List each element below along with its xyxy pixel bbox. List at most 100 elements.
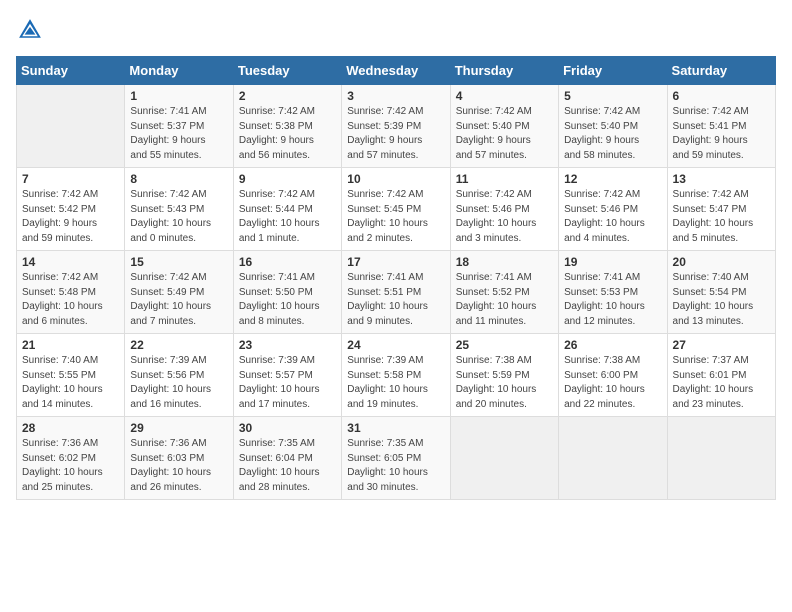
day-info: Sunrise: 7:39 AM Sunset: 5:57 PM Dayligh… (239, 354, 336, 412)
day-number: 2 (239, 89, 336, 103)
day-number: 26 (564, 338, 661, 352)
calendar-cell: 15 Sunrise: 7:42 AM Sunset: 5:49 PM Dayli… (125, 251, 233, 334)
day-number: 13 (673, 172, 770, 186)
day-info: Sunrise: 7:42 AM Sunset: 5:40 PM Dayligh… (456, 105, 553, 163)
calendar-cell: 3Sunrise: 7:42 AM Sunset: 5:39 PM Daylig… (342, 85, 450, 168)
day-number: 19 (564, 255, 661, 269)
day-info: Sunrise: 7:37 AM Sunset: 6:01 PM Dayligh… (673, 354, 770, 412)
calendar-cell: 6Sunrise: 7:42 AM Sunset: 5:41 PM Daylig… (667, 85, 775, 168)
day-info: Sunrise: 7:41 AM Sunset: 5:51 PM Dayligh… (347, 271, 444, 329)
calendar-cell: 17 Sunrise: 7:41 AM Sunset: 5:51 PM Dayli… (342, 251, 450, 334)
calendar-cell: 7 Sunrise: 7:42 AM Sunset: 5:42 PM Daylig… (17, 168, 125, 251)
calendar-week-row: 28 Sunrise: 7:36 AM Sunset: 6:02 PM Dayli… (17, 417, 776, 500)
calendar-cell: 13 Sunrise: 7:42 AM Sunset: 5:47 PM Dayli… (667, 168, 775, 251)
day-number: 17 (347, 255, 444, 269)
calendar-cell (559, 417, 667, 500)
day-number: 15 (130, 255, 227, 269)
day-info: Sunrise: 7:35 AM Sunset: 6:04 PM Dayligh… (239, 437, 336, 495)
day-info: Sunrise: 7:42 AM Sunset: 5:46 PM Dayligh… (564, 188, 661, 246)
day-info: Sunrise: 7:42 AM Sunset: 5:47 PM Dayligh… (673, 188, 770, 246)
weekday-header-row: SundayMondayTuesdayWednesdayThursdayFrid… (17, 57, 776, 85)
calendar-cell: 27 Sunrise: 7:37 AM Sunset: 6:01 PM Dayli… (667, 334, 775, 417)
calendar-cell: 12 Sunrise: 7:42 AM Sunset: 5:46 PM Dayli… (559, 168, 667, 251)
calendar-table: SundayMondayTuesdayWednesdayThursdayFrid… (16, 56, 776, 500)
day-info: Sunrise: 7:38 AM Sunset: 5:59 PM Dayligh… (456, 354, 553, 412)
day-info: Sunrise: 7:42 AM Sunset: 5:40 PM Dayligh… (564, 105, 661, 163)
day-number: 23 (239, 338, 336, 352)
calendar-cell: 30 Sunrise: 7:35 AM Sunset: 6:04 PM Dayli… (233, 417, 341, 500)
day-info: Sunrise: 7:42 AM Sunset: 5:38 PM Dayligh… (239, 105, 336, 163)
calendar-cell: 28 Sunrise: 7:36 AM Sunset: 6:02 PM Dayli… (17, 417, 125, 500)
calendar-week-row: 1 Sunrise: 7:41 AM Sunset: 5:37 PM Daylig… (17, 85, 776, 168)
calendar-cell: 10Sunrise: 7:42 AM Sunset: 5:45 PM Dayli… (342, 168, 450, 251)
day-number: 21 (22, 338, 119, 352)
weekday-header-friday: Friday (559, 57, 667, 85)
weekday-header-monday: Monday (125, 57, 233, 85)
calendar-cell: 11 Sunrise: 7:42 AM Sunset: 5:46 PM Dayli… (450, 168, 558, 251)
day-number: 31 (347, 421, 444, 435)
day-number: 24 (347, 338, 444, 352)
weekday-header-wednesday: Wednesday (342, 57, 450, 85)
day-info: Sunrise: 7:42 AM Sunset: 5:42 PM Dayligh… (22, 188, 119, 246)
day-number: 10 (347, 172, 444, 186)
calendar-cell: 18 Sunrise: 7:41 AM Sunset: 5:52 PM Dayli… (450, 251, 558, 334)
day-number: 4 (456, 89, 553, 103)
day-info: Sunrise: 7:39 AM Sunset: 5:56 PM Dayligh… (130, 354, 227, 412)
day-number: 16 (239, 255, 336, 269)
day-number: 7 (22, 172, 119, 186)
calendar-cell: 8Sunrise: 7:42 AM Sunset: 5:43 PM Daylig… (125, 168, 233, 251)
day-info: Sunrise: 7:36 AM Sunset: 6:02 PM Dayligh… (22, 437, 119, 495)
calendar-cell: 24 Sunrise: 7:39 AM Sunset: 5:58 PM Dayli… (342, 334, 450, 417)
calendar-cell (667, 417, 775, 500)
day-number: 22 (130, 338, 227, 352)
calendar-cell: 29 Sunrise: 7:36 AM Sunset: 6:03 PM Dayli… (125, 417, 233, 500)
calendar-week-row: 14 Sunrise: 7:42 AM Sunset: 5:48 PM Dayli… (17, 251, 776, 334)
calendar-cell: 2 Sunrise: 7:42 AM Sunset: 5:38 PM Daylig… (233, 85, 341, 168)
calendar-cell (17, 85, 125, 168)
day-number: 6 (673, 89, 770, 103)
day-number: 29 (130, 421, 227, 435)
day-info: Sunrise: 7:41 AM Sunset: 5:53 PM Dayligh… (564, 271, 661, 329)
day-info: Sunrise: 7:40 AM Sunset: 5:54 PM Dayligh… (673, 271, 770, 329)
calendar-cell: 1 Sunrise: 7:41 AM Sunset: 5:37 PM Daylig… (125, 85, 233, 168)
day-info: Sunrise: 7:41 AM Sunset: 5:50 PM Dayligh… (239, 271, 336, 329)
day-number: 20 (673, 255, 770, 269)
day-info: Sunrise: 7:42 AM Sunset: 5:49 PM Dayligh… (130, 271, 227, 329)
calendar-week-row: 7 Sunrise: 7:42 AM Sunset: 5:42 PM Daylig… (17, 168, 776, 251)
day-info: Sunrise: 7:41 AM Sunset: 5:37 PM Dayligh… (130, 105, 227, 163)
day-number: 5 (564, 89, 661, 103)
weekday-header-tuesday: Tuesday (233, 57, 341, 85)
day-number: 18 (456, 255, 553, 269)
calendar-cell: 22 Sunrise: 7:39 AM Sunset: 5:56 PM Dayli… (125, 334, 233, 417)
logo (16, 16, 48, 44)
day-number: 12 (564, 172, 661, 186)
day-number: 11 (456, 172, 553, 186)
day-number: 27 (673, 338, 770, 352)
calendar-cell (450, 417, 558, 500)
day-number: 8 (130, 172, 227, 186)
calendar-cell: 9Sunrise: 7:42 AM Sunset: 5:44 PM Daylig… (233, 168, 341, 251)
calendar-cell: 20 Sunrise: 7:40 AM Sunset: 5:54 PM Dayli… (667, 251, 775, 334)
day-number: 14 (22, 255, 119, 269)
weekday-header-sunday: Sunday (17, 57, 125, 85)
calendar-cell: 21 Sunrise: 7:40 AM Sunset: 5:55 PM Dayli… (17, 334, 125, 417)
day-info: Sunrise: 7:42 AM Sunset: 5:46 PM Dayligh… (456, 188, 553, 246)
calendar-cell: 5 Sunrise: 7:42 AM Sunset: 5:40 PM Daylig… (559, 85, 667, 168)
day-number: 25 (456, 338, 553, 352)
day-info: Sunrise: 7:40 AM Sunset: 5:55 PM Dayligh… (22, 354, 119, 412)
day-info: Sunrise: 7:38 AM Sunset: 6:00 PM Dayligh… (564, 354, 661, 412)
page-header (16, 16, 776, 44)
day-number: 9 (239, 172, 336, 186)
day-number: 1 (130, 89, 227, 103)
calendar-cell: 23 Sunrise: 7:39 AM Sunset: 5:57 PM Dayli… (233, 334, 341, 417)
day-info: Sunrise: 7:36 AM Sunset: 6:03 PM Dayligh… (130, 437, 227, 495)
day-info: Sunrise: 7:42 AM Sunset: 5:48 PM Dayligh… (22, 271, 119, 329)
day-info: Sunrise: 7:35 AM Sunset: 6:05 PM Dayligh… (347, 437, 444, 495)
day-info: Sunrise: 7:41 AM Sunset: 5:52 PM Dayligh… (456, 271, 553, 329)
day-number: 30 (239, 421, 336, 435)
day-info: Sunrise: 7:39 AM Sunset: 5:58 PM Dayligh… (347, 354, 444, 412)
calendar-cell: 14 Sunrise: 7:42 AM Sunset: 5:48 PM Dayli… (17, 251, 125, 334)
calendar-cell: 26 Sunrise: 7:38 AM Sunset: 6:00 PM Dayli… (559, 334, 667, 417)
day-number: 28 (22, 421, 119, 435)
calendar-cell: 25 Sunrise: 7:38 AM Sunset: 5:59 PM Dayli… (450, 334, 558, 417)
